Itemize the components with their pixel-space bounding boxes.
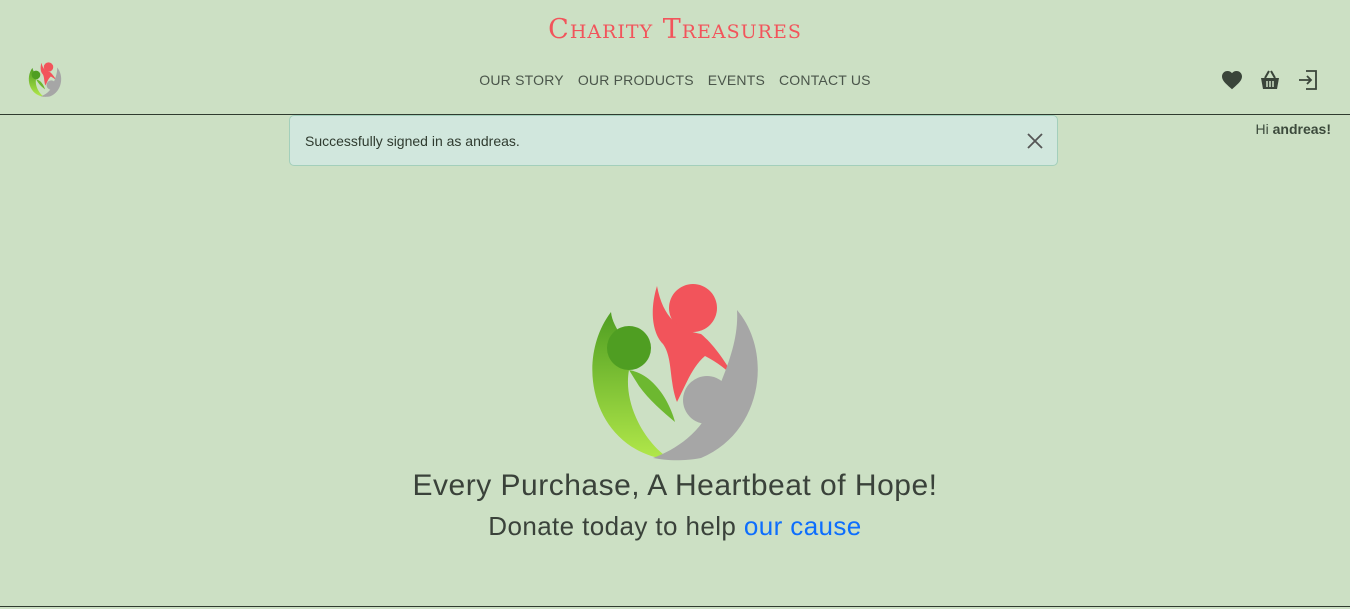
hero-subtitle-text: Donate today to help xyxy=(488,511,737,541)
success-alert: Successfully signed in as andreas. xyxy=(289,115,1058,166)
heart-icon[interactable] xyxy=(1220,68,1244,92)
basket-icon[interactable] xyxy=(1258,68,1282,92)
close-icon[interactable] xyxy=(1025,131,1045,151)
nav-our-products[interactable]: OUR PRODUCTS xyxy=(578,72,694,88)
hero-title: Every Purchase, A Heartbeat of Hope! xyxy=(412,469,938,502)
greeting-prefix: Hi xyxy=(1255,121,1269,137)
header-icons xyxy=(1220,68,1320,92)
main-nav: OUR STORY OUR PRODUCTS EVENTS CONTACT US xyxy=(0,72,1350,88)
nav-our-story[interactable]: OUR STORY xyxy=(479,72,564,88)
greeting-username: andreas! xyxy=(1272,121,1331,137)
hero-subtitle: Donate today to help our cause xyxy=(0,511,1350,542)
user-greeting: Hi andreas! xyxy=(1256,121,1331,137)
sign-in-icon[interactable] xyxy=(1296,68,1320,92)
alert-message: Successfully signed in as andreas. xyxy=(305,133,520,149)
nav-events[interactable]: EVENTS xyxy=(708,72,765,88)
site-title[interactable]: Charity Treasures xyxy=(0,14,1350,45)
our-cause-link[interactable]: our cause xyxy=(744,511,862,541)
nav-contact-us[interactable]: CONTACT US xyxy=(779,72,871,88)
hero-logo-icon xyxy=(592,284,758,461)
footer-divider xyxy=(0,606,1350,607)
